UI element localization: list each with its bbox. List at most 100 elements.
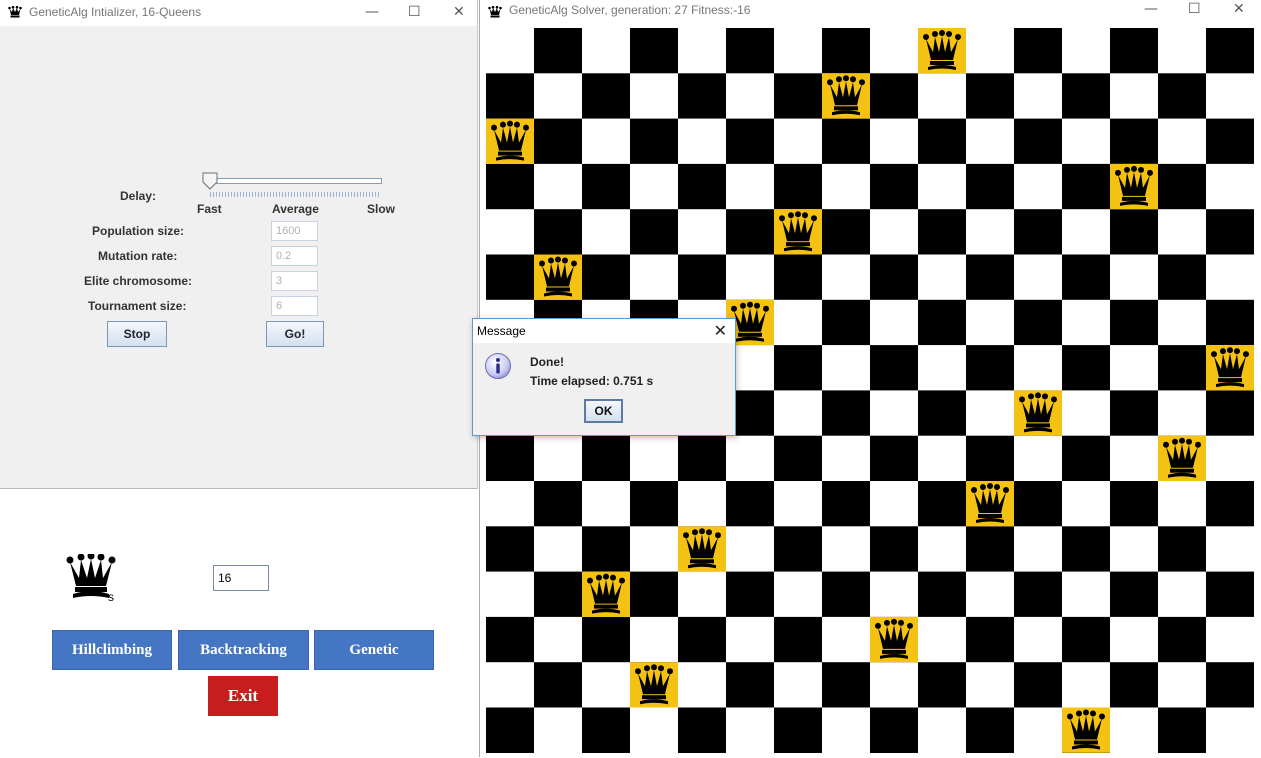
- board-cell: [726, 254, 774, 301]
- board-cell: [630, 28, 678, 74]
- board-cell: [486, 571, 534, 618]
- board-cell: [1062, 390, 1110, 436]
- board-cell: [1158, 662, 1206, 708]
- board-cell: [870, 571, 918, 618]
- board-cell: [966, 28, 1014, 74]
- board-cell: [726, 526, 774, 572]
- board-cell: [1158, 481, 1206, 527]
- queen-icon: [822, 73, 870, 119]
- info-icon: [485, 353, 511, 379]
- board-cell: [822, 345, 870, 391]
- board-cell: [918, 118, 966, 165]
- board-cell: [918, 662, 966, 708]
- close-icon[interactable]: ✕: [714, 321, 727, 340]
- solver-title: GeneticAlg Solver, generation: 27 Fitnes…: [509, 3, 751, 17]
- board-cell: [630, 481, 678, 527]
- board-cell: [822, 28, 870, 74]
- board-cell: [966, 209, 1014, 255]
- stop-button[interactable]: Stop: [107, 321, 167, 347]
- board-cell: [966, 73, 1014, 119]
- board-cell: [726, 435, 774, 482]
- board-cell: [1206, 209, 1254, 255]
- board-cell: [774, 390, 822, 436]
- board-cell: [918, 254, 966, 301]
- board-cell: [582, 118, 630, 165]
- board-cell: [870, 28, 918, 74]
- board-cell: [1158, 254, 1206, 301]
- board-cell: [486, 163, 534, 210]
- genetic-button[interactable]: Genetic: [314, 630, 434, 670]
- board-cell: [1110, 435, 1158, 482]
- board-cell: [1206, 390, 1254, 436]
- maximize-icon[interactable]: ☐: [1188, 1, 1201, 17]
- delay-slider[interactable]: [202, 172, 384, 200]
- board-cell: [822, 254, 870, 301]
- board-cell: [918, 616, 966, 663]
- board-cell: [774, 163, 822, 210]
- slider-ticks: [210, 192, 380, 197]
- exit-button[interactable]: Exit: [208, 676, 278, 716]
- dialog-message-time: Time elapsed: 0.751 s: [530, 374, 654, 388]
- board-cell: [630, 73, 678, 119]
- board-cell: [486, 662, 534, 708]
- board-cell: [1206, 118, 1254, 165]
- maximize-icon[interactable]: ☐: [408, 4, 421, 20]
- delay-label: Delay:: [120, 189, 157, 203]
- board-cell: [1014, 209, 1062, 255]
- board-cell: [1110, 118, 1158, 165]
- board-cell: [534, 73, 582, 119]
- board-cell: [1206, 526, 1254, 572]
- board-cell: [582, 73, 630, 119]
- queen-count-input[interactable]: 16: [213, 565, 269, 591]
- board-cell: [918, 707, 966, 753]
- board-cell: [966, 526, 1014, 572]
- board-cell: [1062, 571, 1110, 618]
- board-cell: [630, 163, 678, 210]
- queen-icon: [1014, 390, 1062, 436]
- board-cell: [486, 254, 534, 301]
- elite-chromosome-field[interactable]: 3: [271, 271, 318, 291]
- board-cell: [822, 209, 870, 255]
- board-cell: [822, 481, 870, 527]
- board-cell: [1014, 662, 1062, 708]
- board-cell: [870, 345, 918, 391]
- close-icon[interactable]: ✕: [1233, 1, 1245, 17]
- ok-button[interactable]: OK: [584, 399, 623, 423]
- mutation-rate-field[interactable]: 0.2: [271, 246, 318, 266]
- close-icon[interactable]: ✕: [453, 4, 465, 20]
- board-cell: [678, 662, 726, 708]
- board-cell: [774, 616, 822, 663]
- hillclimbing-button[interactable]: Hillclimbing: [52, 630, 172, 670]
- slider-thumb[interactable]: [202, 172, 218, 190]
- backtracking-button[interactable]: Backtracking: [178, 630, 309, 670]
- go-button[interactable]: Go!: [266, 321, 324, 347]
- board-cell: [1110, 571, 1158, 618]
- board-cell: [630, 118, 678, 165]
- board-cell: [1158, 299, 1206, 346]
- board-cell: [1062, 345, 1110, 391]
- board-cell: [1014, 435, 1062, 482]
- board-cell: [678, 435, 726, 482]
- queen-icon: [918, 28, 966, 74]
- board-cell: [1110, 209, 1158, 255]
- tournament-size-field[interactable]: 6: [271, 296, 318, 316]
- board-cell: [726, 118, 774, 165]
- population-size-field[interactable]: 1600: [271, 221, 318, 241]
- board-cell: [918, 390, 966, 436]
- mutation-rate-label: Mutation rate:: [98, 249, 178, 263]
- queens-logo-s: s: [108, 590, 114, 604]
- board-cell: [918, 73, 966, 119]
- minimize-icon[interactable]: —: [365, 4, 379, 20]
- board-cell: [822, 390, 870, 436]
- board-cell: [1206, 73, 1254, 119]
- board-cell: [966, 299, 1014, 346]
- board-cell: [1206, 571, 1254, 618]
- board-cell: [1158, 73, 1206, 119]
- board-cell: [1110, 254, 1158, 301]
- board-cell: [534, 118, 582, 165]
- board-cell: [678, 571, 726, 618]
- board-cell: [630, 571, 678, 618]
- minimize-icon[interactable]: —: [1144, 1, 1158, 17]
- board-cell: [1158, 707, 1206, 753]
- queen-app-icon: [488, 6, 502, 18]
